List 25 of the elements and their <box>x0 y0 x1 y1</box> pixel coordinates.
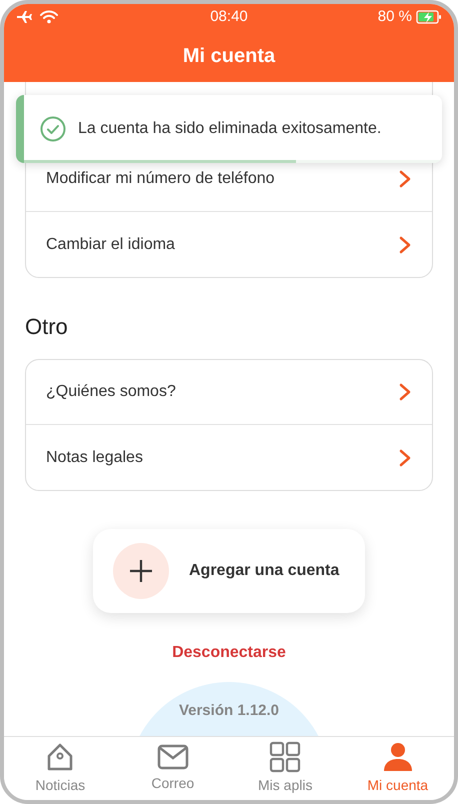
menu-item[interactable]: ¿Quiénes somos? <box>26 360 432 425</box>
chevron-right-icon <box>398 170 412 188</box>
chevron-right-icon <box>398 236 412 254</box>
nav-tab[interactable]: Correo <box>116 737 229 800</box>
person-icon <box>382 741 414 773</box>
check-circle-icon <box>40 116 66 142</box>
page-title: Mi cuenta <box>182 44 276 69</box>
airplane-icon <box>16 10 32 24</box>
menu-item[interactable]: Notas legales <box>26 425 432 490</box>
logout-link[interactable]: Desconectarse <box>172 641 286 665</box>
status-time: 08:40 <box>210 6 248 27</box>
nav-tab[interactable]: Mis aplis <box>229 737 342 800</box>
wifi-icon <box>40 10 58 24</box>
battery-percentage: 80 % <box>378 6 412 27</box>
section-title: Otro <box>25 313 69 341</box>
nav-tab[interactable]: Noticias <box>4 737 116 800</box>
toast-message: La cuenta ha sido eliminada exitosamente. <box>78 119 382 139</box>
grid-icon <box>269 741 302 773</box>
version-text: Versión 1.12.0 <box>178 701 280 721</box>
battery-charging-icon <box>416 10 442 24</box>
chevron-right-icon <box>398 448 412 466</box>
menu-item[interactable]: Cambiar el idioma <box>26 212 432 277</box>
add-account-button[interactable]: Agregar una cuenta <box>93 529 365 613</box>
chevron-right-icon <box>398 383 412 401</box>
envelope-icon <box>156 743 189 771</box>
